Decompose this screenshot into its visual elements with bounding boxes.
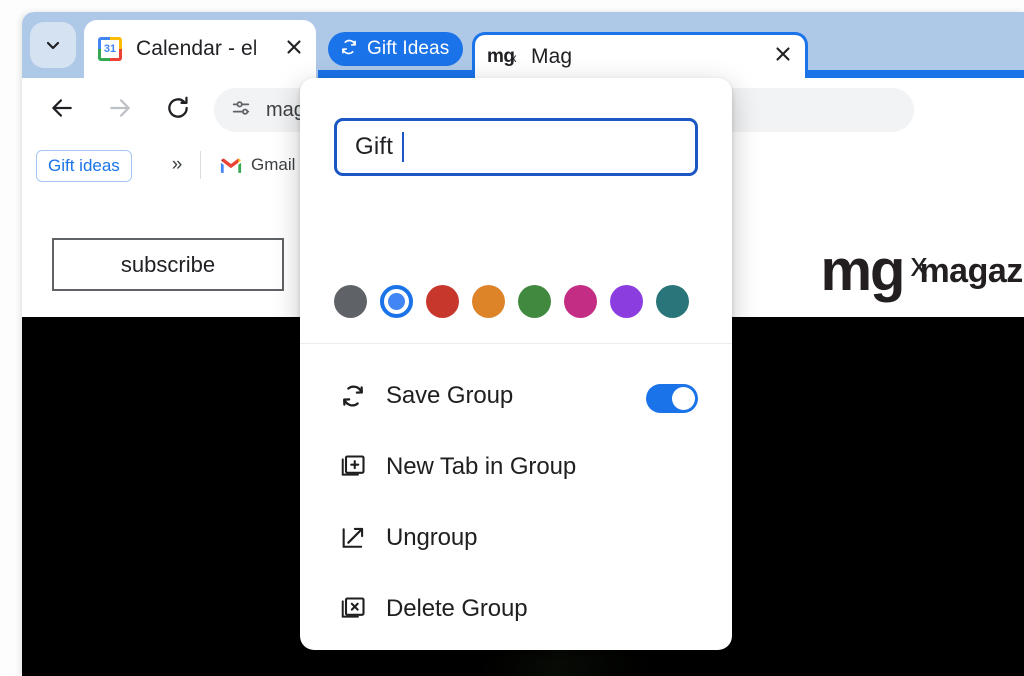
save-group-toggle[interactable] bbox=[646, 384, 698, 413]
forward-button[interactable] bbox=[102, 92, 138, 128]
menu-item-save-group[interactable]: Save Group bbox=[300, 368, 732, 424]
back-button[interactable] bbox=[44, 92, 80, 128]
new-tab-in-group-icon bbox=[336, 453, 370, 481]
arrow-back-icon bbox=[49, 95, 75, 126]
menu-item-label: Delete Group bbox=[386, 595, 528, 622]
color-swatch-orange[interactable] bbox=[472, 284, 505, 318]
tab-close-button[interactable] bbox=[767, 41, 799, 73]
color-swatch-green[interactable] bbox=[518, 284, 551, 318]
arrow-forward-icon bbox=[107, 95, 133, 126]
site-logo: mgx magazin bbox=[820, 242, 1024, 300]
color-swatch-red[interactable] bbox=[426, 284, 459, 318]
reload-button[interactable] bbox=[160, 92, 196, 128]
color-swatch-grey[interactable] bbox=[334, 284, 367, 318]
close-icon bbox=[773, 44, 793, 69]
tab-close-button[interactable] bbox=[278, 33, 310, 65]
tab-group-chip-label: Gift Ideas bbox=[367, 38, 450, 59]
dialog-divider bbox=[300, 343, 732, 344]
tab-title: Mag bbox=[531, 44, 573, 68]
reload-icon bbox=[165, 95, 191, 126]
screenshot-root: 31 Calendar - el Gift Ideas mg x Mag mag… bbox=[0, 0, 1024, 676]
bookmark-gmail[interactable]: Gmail bbox=[212, 149, 303, 181]
mg-magazine-icon: mg x bbox=[487, 45, 516, 67]
delete-group-icon bbox=[336, 595, 370, 623]
chevrons-right-icon: » bbox=[171, 154, 183, 175]
toggle-knob bbox=[672, 387, 695, 410]
bookmark-label: Gmail bbox=[251, 155, 296, 174]
tab-group-editor-dialog: Gift Save Group New Tab in Group Ungroup… bbox=[300, 78, 732, 650]
tab-mag[interactable]: mg x Mag bbox=[472, 32, 808, 78]
google-calendar-icon: 31 bbox=[98, 37, 122, 61]
gmail-icon bbox=[220, 157, 242, 174]
color-swatch-blue[interactable] bbox=[380, 284, 413, 318]
tune-icon[interactable] bbox=[230, 97, 252, 124]
sync-save-icon bbox=[339, 37, 359, 62]
group-name-value: Gift bbox=[355, 133, 394, 160]
face-glyph-icon: x bbox=[910, 246, 927, 284]
bookmarks-divider bbox=[200, 151, 201, 179]
subscribe-label: subscribe bbox=[120, 251, 216, 277]
calendar-day-number: 31 bbox=[101, 40, 119, 58]
color-swatch-row bbox=[334, 284, 704, 318]
bookmark-label: Gift ideas bbox=[48, 156, 120, 175]
menu-item-label: New Tab in Group bbox=[386, 453, 577, 480]
tab-calendar[interactable]: 31 Calendar - el bbox=[84, 20, 316, 78]
menu-item-ungroup[interactable]: Ungroup bbox=[300, 510, 732, 566]
menu-item-label: Save Group bbox=[386, 382, 514, 409]
text-caret bbox=[402, 132, 405, 162]
color-swatch-purple[interactable] bbox=[610, 284, 643, 318]
site-logo-word: magazin bbox=[919, 251, 1024, 290]
group-name-input[interactable]: Gift bbox=[334, 118, 698, 176]
chevron-down-icon bbox=[43, 35, 63, 55]
tab-title: Calendar - el bbox=[136, 37, 258, 60]
menu-item-delete-group[interactable]: Delete Group bbox=[300, 581, 732, 637]
bookmark-folder-gift-ideas[interactable]: Gift ideas bbox=[36, 150, 132, 182]
sync-save-icon bbox=[336, 382, 370, 410]
tab-strip: 31 Calendar - el Gift Ideas mg x Mag bbox=[22, 12, 1024, 78]
menu-item-label: Ungroup bbox=[386, 524, 478, 551]
color-swatch-cyan[interactable] bbox=[656, 284, 689, 318]
color-swatch-pink[interactable] bbox=[564, 284, 597, 318]
ungroup-icon bbox=[336, 524, 370, 552]
site-logo-mark: mg x bbox=[820, 238, 927, 303]
tab-group-chip-gift-ideas[interactable]: Gift Ideas bbox=[328, 32, 464, 66]
subscribe-button[interactable]: subscribe bbox=[52, 238, 284, 291]
menu-item-new-tab-in-group[interactable]: New Tab in Group bbox=[300, 439, 732, 495]
bookmarks-overflow-button[interactable]: » bbox=[162, 150, 192, 180]
tab-search-button[interactable] bbox=[30, 22, 76, 68]
close-icon bbox=[284, 37, 304, 62]
